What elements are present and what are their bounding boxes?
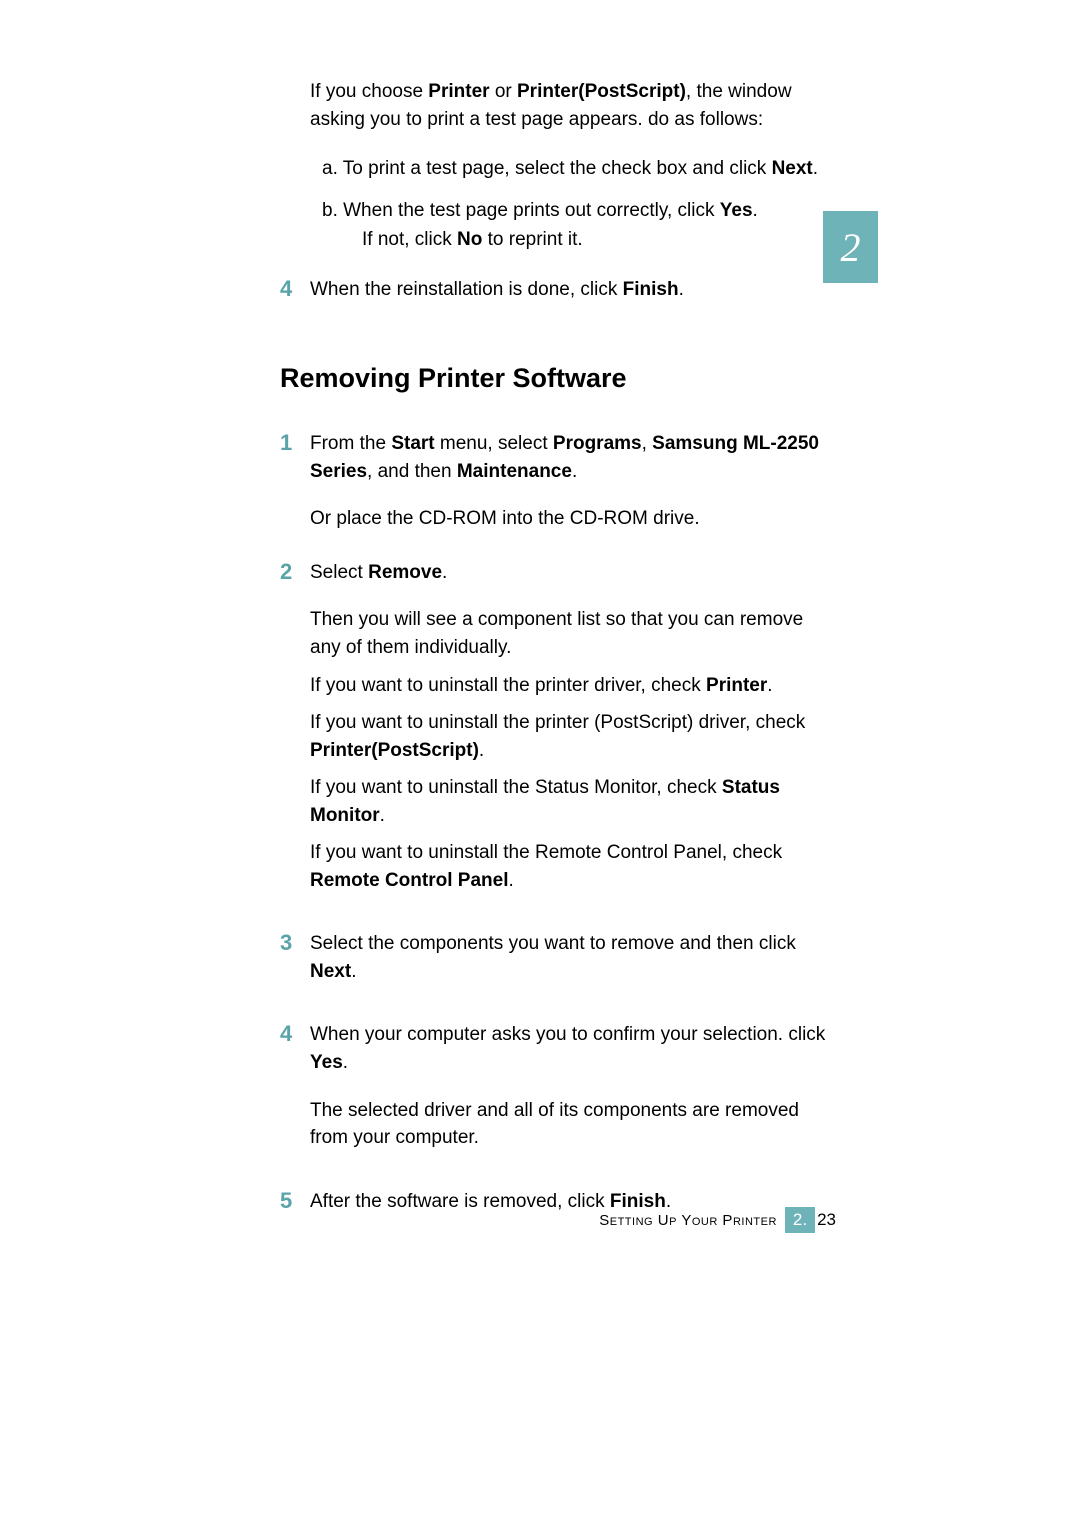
step-para: Then you will see a component list so th… xyxy=(310,606,830,661)
chapter-number: 2 xyxy=(841,224,861,271)
step-2: 2 Select Remove. Then you will see a com… xyxy=(310,559,830,894)
step-number: 1 xyxy=(280,430,292,456)
step-4-top: 4 When the reinstallation is done, click… xyxy=(310,276,830,304)
step-para: The selected driver and all of its compo… xyxy=(310,1097,830,1152)
step-number: 3 xyxy=(280,930,292,956)
step-3: 3 Select the components you want to remo… xyxy=(310,930,830,985)
page-content: If you choose Printer or Printer(PostScr… xyxy=(310,78,830,1241)
page-footer: Setting Up Your Printer 2.23 xyxy=(599,1207,836,1233)
step-text: Select Remove. xyxy=(310,559,830,587)
step-text: When the reinstallation is done, click F… xyxy=(310,276,830,304)
step-text: When your computer asks you to confirm y… xyxy=(310,1021,830,1076)
sub-list: a. To print a test page, select the chec… xyxy=(322,155,830,254)
footer-page-number: 23 xyxy=(817,1210,836,1230)
section-heading: Removing Printer Software xyxy=(280,363,830,394)
step-para: If you want to uninstall the Status Moni… xyxy=(310,774,830,829)
step-para: Or place the CD-ROM into the CD-ROM driv… xyxy=(310,505,830,533)
step-number: 5 xyxy=(280,1188,292,1214)
step-para: If you want to uninstall the printer dri… xyxy=(310,672,830,700)
step-1: 1 From the Start menu, select Programs, … xyxy=(310,430,830,533)
step-para: If you want to uninstall the Remote Cont… xyxy=(310,839,830,894)
step-number: 4 xyxy=(280,1021,292,1047)
footer-section-name: Setting Up Your Printer xyxy=(599,1212,777,1229)
step-para: If you want to uninstall the printer (Po… xyxy=(310,709,830,764)
step-text: From the Start menu, select Programs, Sa… xyxy=(310,430,830,485)
sub-item-b: b. When the test page prints out correct… xyxy=(322,197,830,254)
step-number: 4 xyxy=(280,276,292,302)
step-number: 2 xyxy=(280,559,292,585)
step-text: Select the components you want to remove… xyxy=(310,930,830,985)
sub-item-a: a. To print a test page, select the chec… xyxy=(322,155,830,183)
intro-paragraph: If you choose Printer or Printer(PostScr… xyxy=(310,78,830,133)
chapter-tab: 2 xyxy=(823,211,878,283)
footer-chapter-badge: 2. xyxy=(785,1207,815,1233)
step-4: 4 When your computer asks you to confirm… xyxy=(310,1021,830,1151)
